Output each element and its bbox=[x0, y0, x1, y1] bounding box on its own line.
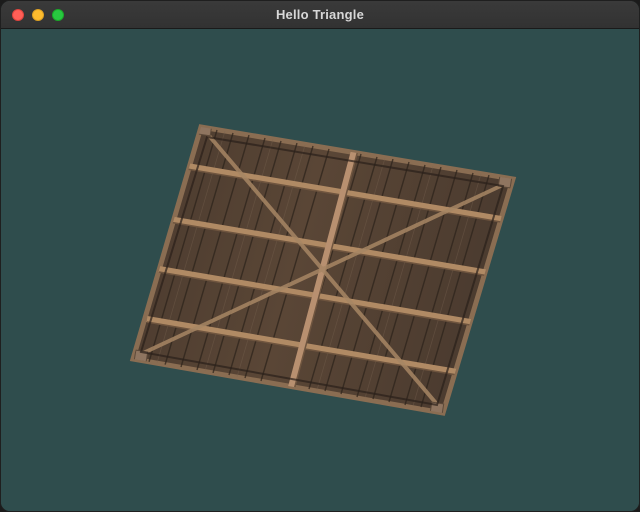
window-title: Hello Triangle bbox=[275, 7, 365, 22]
textured-quad bbox=[129, 124, 517, 416]
app-window: Hello Triangle bbox=[0, 0, 640, 512]
title-bar[interactable]: Hello Triangle bbox=[1, 1, 639, 29]
render-viewport[interactable] bbox=[1, 29, 639, 511]
